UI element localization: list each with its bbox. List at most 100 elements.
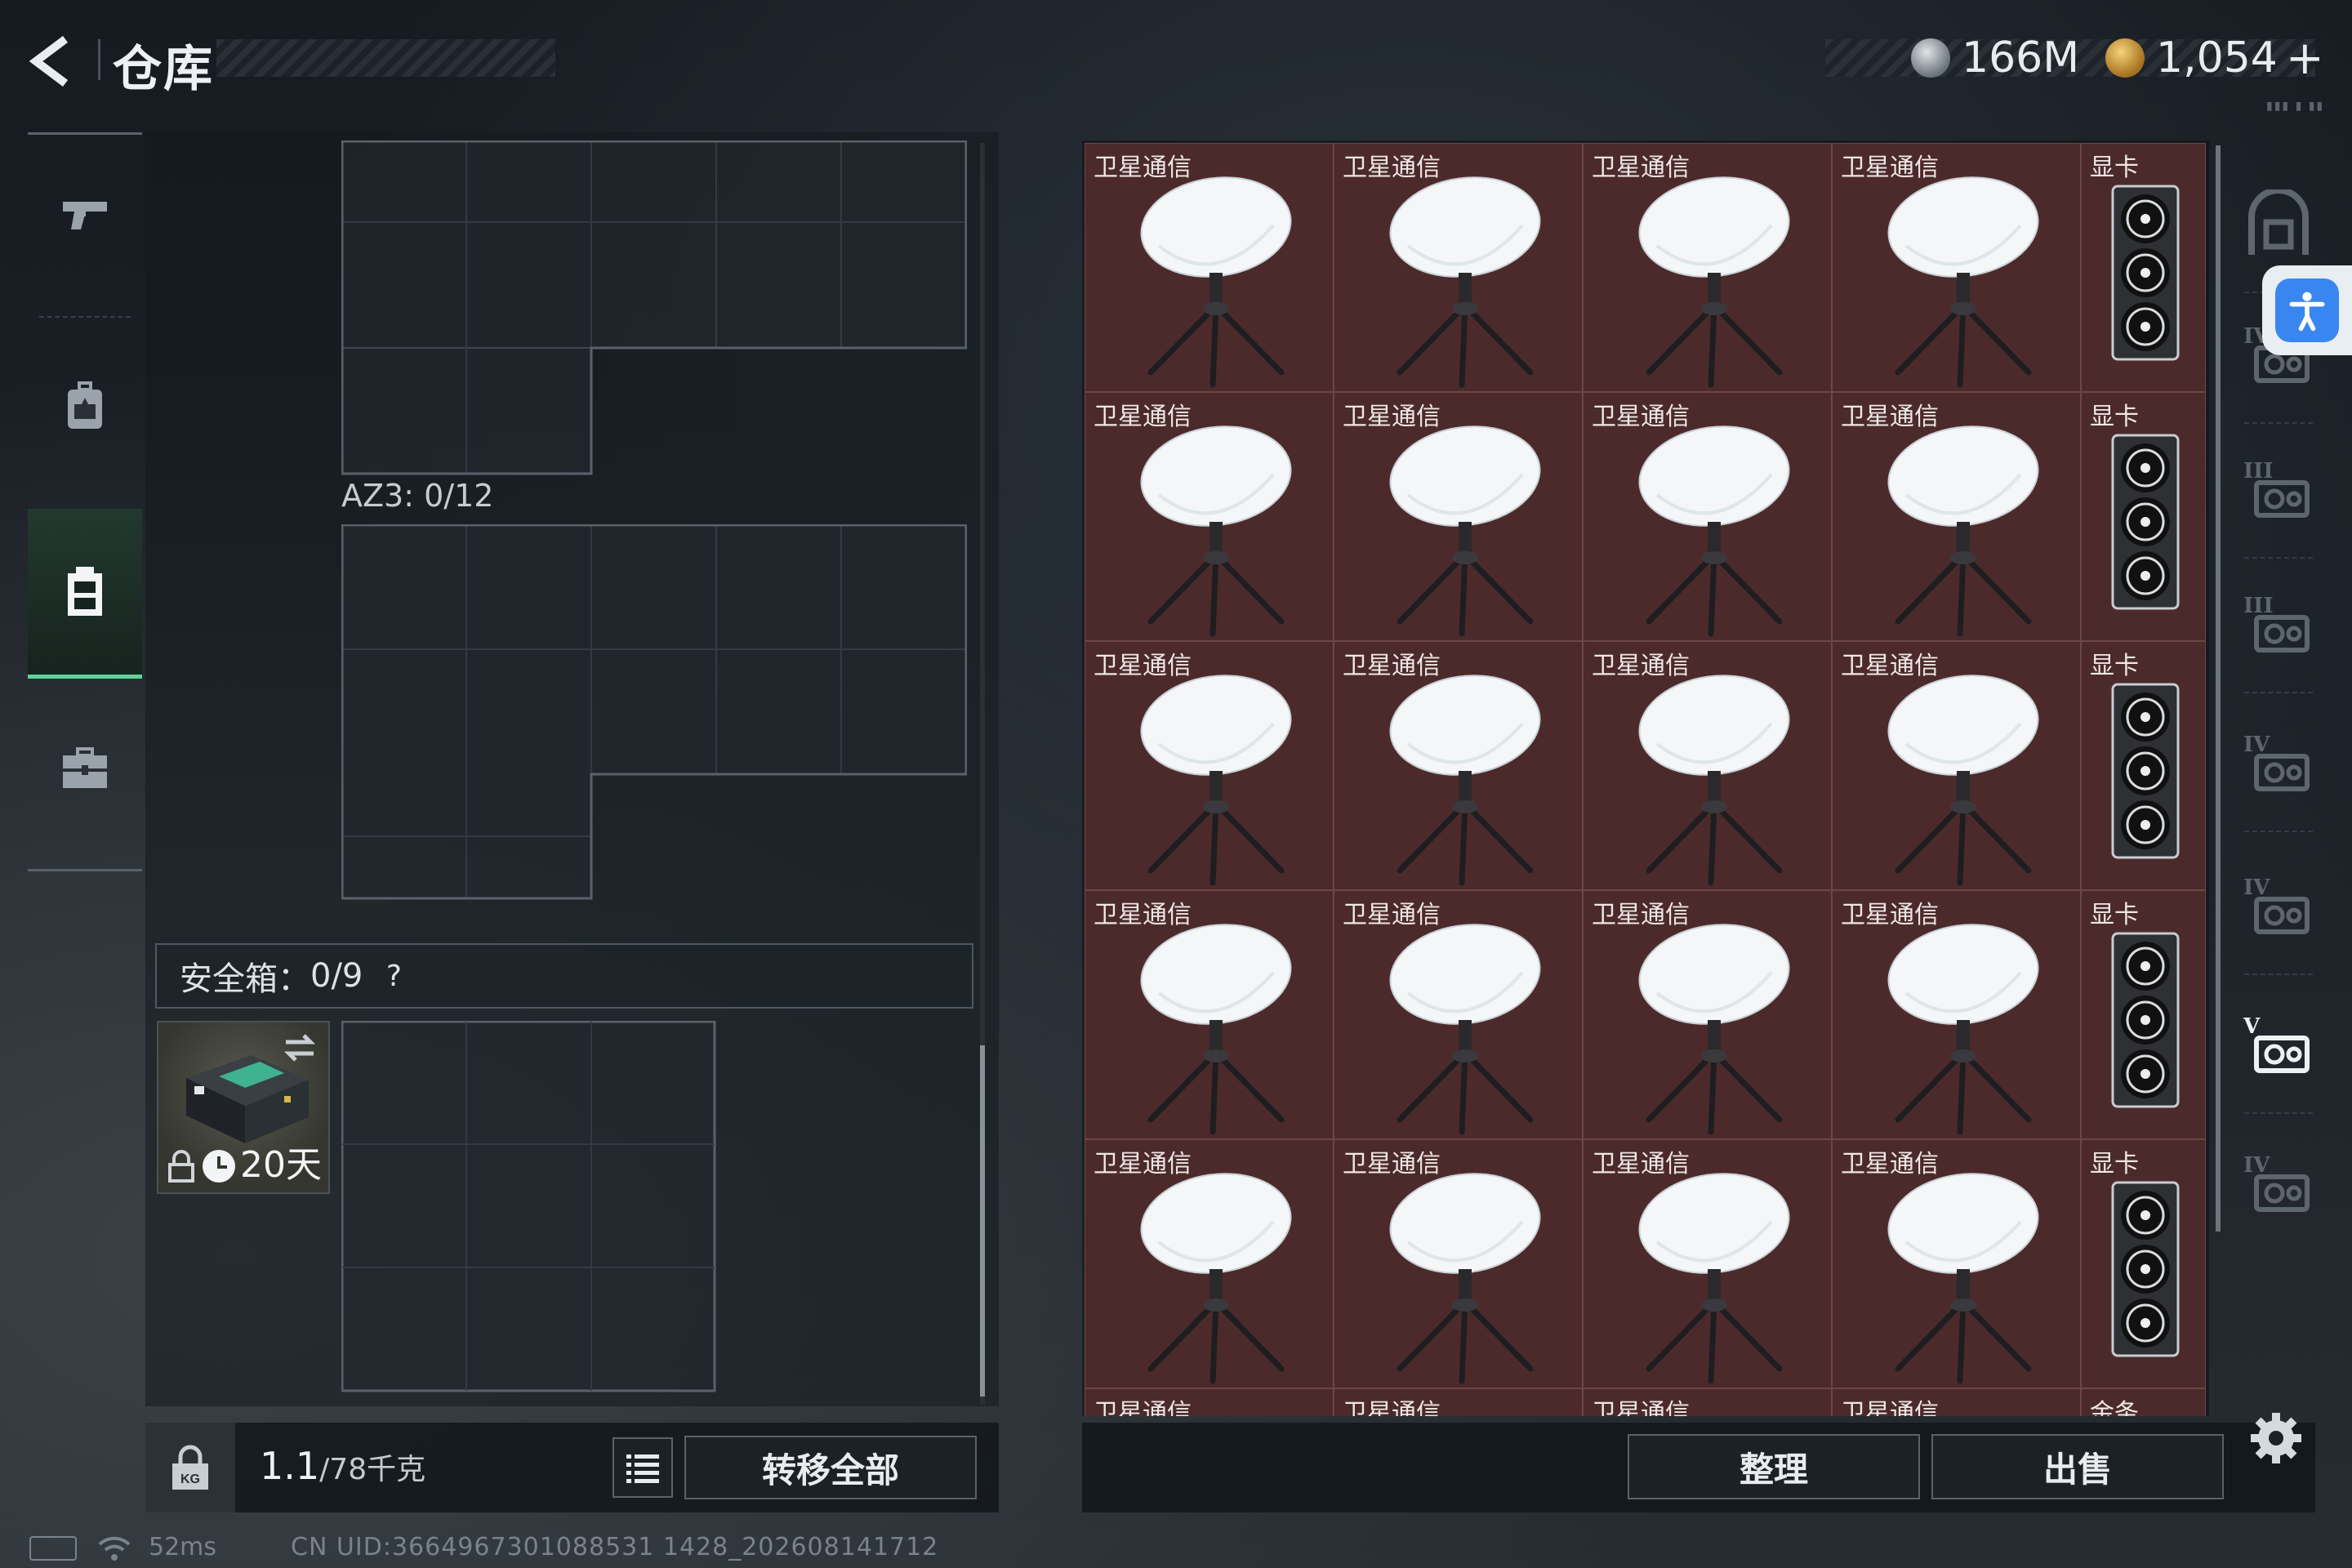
list-view-button[interactable]	[612, 1437, 673, 1498]
satellite-dish-icon	[1887, 1173, 2039, 1384]
satellite-dish-icon	[1638, 675, 1790, 886]
item-name: 卫星通信	[1094, 154, 1192, 182]
stash-item[interactable]: 卫星通信	[1085, 143, 1334, 392]
tab-separator	[2244, 692, 2313, 693]
tab-separator	[2244, 1112, 2313, 1114]
tab-backpack[interactable]	[28, 337, 142, 476]
header-divider	[98, 39, 100, 80]
container-grid-upper[interactable]	[341, 140, 967, 475]
silver-currency: 166M	[1911, 29, 2079, 87]
scrollbar-thumb[interactable]	[980, 1045, 985, 1396]
stash-item[interactable]: 卫星通信	[1832, 890, 2081, 1139]
pistol-icon	[63, 202, 107, 229]
sort-button[interactable]: 整理	[1628, 1434, 1920, 1499]
stash-tab[interactable]: V	[2238, 1006, 2319, 1088]
item-name: 卫星通信	[1094, 652, 1192, 680]
stash-item[interactable]: 显卡	[2081, 143, 2206, 392]
stash-item[interactable]: 显卡	[2081, 1139, 2206, 1388]
tab-chest-rig[interactable]	[28, 509, 142, 679]
top-header: 仓库 166M 1,054 + ▮▮▮ ▮ ▮▮	[0, 0, 2352, 122]
stash-item[interactable]: 金条	[2081, 1388, 2206, 1416]
stash-item[interactable]: 卫星通信	[1085, 641, 1334, 890]
clock-icon	[203, 1150, 235, 1183]
stash-scrollbar[interactable]	[2216, 145, 2221, 1232]
stash-tab[interactable]	[2238, 185, 2319, 267]
stash-item[interactable]: 卫星通信	[1085, 1388, 1334, 1416]
graphics-card-icon	[2111, 932, 2180, 1108]
stash-item[interactable]: 卫星通信	[1832, 392, 2081, 641]
satellite-dish-icon	[1389, 1173, 1541, 1384]
stash-item[interactable]: 卫星通信	[1583, 641, 1832, 890]
az3-container-grid[interactable]	[341, 524, 967, 900]
graphics-card-icon	[2111, 1181, 2180, 1357]
item-name: 显卡	[2090, 154, 2139, 182]
stash-tab[interactable]: III	[2238, 451, 2319, 532]
stash-item[interactable]: 卫星通信	[1085, 392, 1334, 641]
stash-item[interactable]: 卫星通信	[1583, 392, 1832, 641]
item-name: 金条	[2090, 1399, 2139, 1416]
item-name: 卫星通信	[1592, 403, 1690, 431]
item-name: 卫星通信	[1841, 154, 1939, 182]
stash-item[interactable]: 显卡	[2081, 392, 2206, 641]
help-icon[interactable]: ?	[377, 960, 410, 993]
stash-item[interactable]: 卫星通信	[1832, 641, 2081, 890]
stash-item[interactable]: 卫星通信	[1334, 143, 1583, 392]
item-name: 显卡	[2090, 403, 2139, 431]
stash-item[interactable]: 卫星通信	[1085, 1139, 1334, 1388]
accessibility-button[interactable]	[2262, 265, 2352, 355]
graphics-card-icon	[2111, 185, 2180, 361]
tab-separator	[2244, 831, 2313, 832]
stash-tab[interactable]: III	[2238, 586, 2319, 667]
sell-button[interactable]: 出售	[1931, 1434, 2224, 1499]
stash-item[interactable]: 卫星通信	[1583, 1388, 1832, 1416]
stash-item[interactable]: 显卡	[2081, 641, 2206, 890]
stash-item[interactable]: 卫星通信	[1832, 143, 2081, 392]
stash-item[interactable]: 卫星通信	[1334, 1139, 1583, 1388]
stash-item[interactable]: 卫星通信	[1832, 1139, 2081, 1388]
stash-item[interactable]: 卫星通信	[1583, 143, 1832, 392]
stash-item[interactable]: 卫星通信	[1832, 1388, 2081, 1416]
item-name: 卫星通信	[1592, 1150, 1690, 1178]
stash-tab[interactable]: IV	[2238, 724, 2319, 806]
gold-currency-value: 1,054	[2156, 33, 2278, 82]
item-name: 卫星通信	[1841, 652, 1939, 680]
stash-tab[interactable]: IV	[2238, 867, 2319, 949]
stash-item[interactable]: 卫星通信	[1334, 890, 1583, 1139]
carry-weight-value: 1.1	[260, 1444, 320, 1488]
add-currency-button[interactable]: +	[2286, 32, 2324, 85]
stash-item[interactable]: 卫星通信	[1583, 1139, 1832, 1388]
graphics-card-icon	[2111, 434, 2180, 610]
stash-item[interactable]: 卫星通信	[1583, 890, 1832, 1139]
carry-weight: 1.1/78千克	[260, 1444, 425, 1488]
item-name: 卫星通信	[1094, 1399, 1192, 1416]
stash-grid: 卫星通信 卫星通信 卫星通信 卫星通信 显卡 卫星通信 卫星通信 卫星通信 卫星…	[1085, 143, 2206, 1416]
weight-lock: KG	[145, 1423, 235, 1512]
satellite-dish-icon	[1140, 176, 1292, 388]
item-name: 卫星通信	[1592, 154, 1690, 182]
stash-item[interactable]: 卫星通信	[1334, 392, 1583, 641]
stash-item[interactable]: 显卡	[2081, 890, 2206, 1139]
stash-item[interactable]: 卫星通信	[1085, 890, 1334, 1139]
safe-box-grid[interactable]	[341, 1021, 717, 1393]
settings-button[interactable]	[2247, 1410, 2305, 1467]
svg-text:V: V	[2243, 1014, 2261, 1039]
safe-box-label: 安全箱：	[180, 960, 310, 998]
gold-currency[interactable]: 1,054 +	[2105, 29, 2324, 87]
title-decoration	[216, 39, 555, 77]
transfer-all-button[interactable]: 转移全部	[684, 1436, 977, 1499]
stash-tab[interactable]: IV	[2238, 1145, 2319, 1227]
safe-box-case-item[interactable]: 20天	[157, 1021, 330, 1194]
satellite-dish-icon	[1638, 924, 1790, 1135]
stash-item[interactable]: 卫星通信	[1334, 641, 1583, 890]
loadout-scrollbar[interactable]	[980, 143, 985, 1405]
swap-icon[interactable]	[281, 1029, 318, 1067]
back-button[interactable]	[24, 33, 82, 90]
tab-case[interactable]	[28, 698, 142, 837]
tab-weapon[interactable]	[28, 145, 142, 283]
scrollbar-thumb[interactable]	[2216, 145, 2221, 1232]
satellite-dish-icon	[1638, 176, 1790, 388]
weight-lock-icon: KG	[172, 1445, 208, 1490]
satellite-dish-icon	[1887, 675, 2039, 886]
page-title: 仓库	[113, 41, 214, 98]
stash-item[interactable]: 卫星通信	[1334, 1388, 1583, 1416]
